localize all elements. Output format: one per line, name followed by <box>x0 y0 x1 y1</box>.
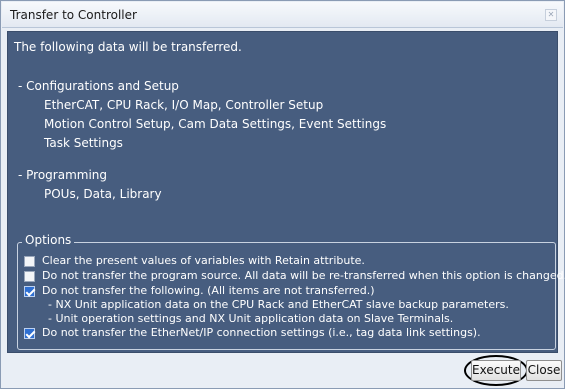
close-button[interactable]: Close <box>526 360 562 381</box>
dialog-title: Transfer to Controller <box>10 8 137 22</box>
intro-text: The following data will be transferred. <box>14 40 242 54</box>
option-label-no-transfer-following: Do not transfer the following. (All item… <box>42 284 375 297</box>
transfer-dialog: Transfer to Controller ✕ The following d… <box>0 0 565 389</box>
checkbox-no-program-source[interactable] <box>24 271 35 282</box>
section-heading-programming: - Programming <box>18 168 108 182</box>
config-line: Motion Control Setup, Cam Data Settings,… <box>44 117 387 131</box>
programming-line: POUs, Data, Library <box>44 187 162 201</box>
option-label-clear-retain: Clear the present values of variables wi… <box>42 254 365 267</box>
option-label-no-program-source: Do not transfer the program source. All … <box>42 269 565 282</box>
checkbox-clear-retain[interactable] <box>24 256 35 267</box>
checkbox-no-ethernetip[interactable] <box>24 328 35 339</box>
checkbox-no-transfer-following[interactable] <box>24 286 35 297</box>
execute-button[interactable]: Execute <box>471 360 521 381</box>
config-line: EtherCAT, CPU Rack, I/O Map, Controller … <box>44 98 324 112</box>
options-legend: Options <box>22 233 75 247</box>
config-line: Task Settings <box>44 136 123 150</box>
option-sub-item: - Unit operation settings and NX Unit ap… <box>48 312 454 325</box>
option-sub-item: - NX Unit application data on the CPU Ra… <box>48 298 509 311</box>
title-bar: Transfer to Controller ✕ <box>2 2 563 28</box>
dialog-body: The following data will be transferred. … <box>7 31 565 353</box>
section-heading-config: - Configurations and Setup <box>18 79 179 93</box>
close-icon[interactable]: ✕ <box>545 9 557 21</box>
option-label-no-ethernetip: Do not transfer the EtherNet/IP connecti… <box>42 326 481 339</box>
